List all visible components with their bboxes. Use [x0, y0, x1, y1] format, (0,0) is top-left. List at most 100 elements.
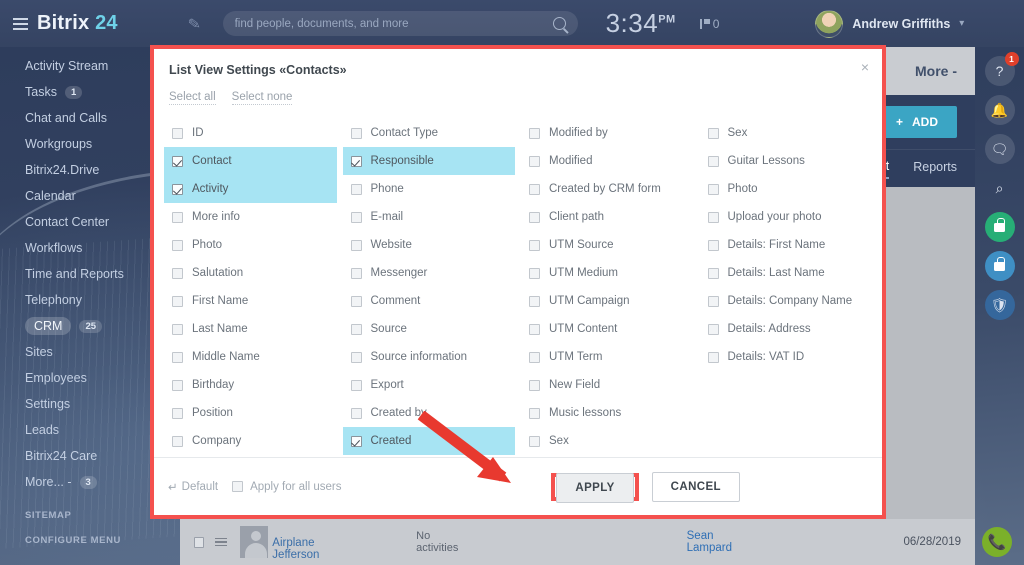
field-option-phone[interactable]: Phone — [343, 175, 516, 203]
bell-icon[interactable]: 🔔 — [984, 95, 1015, 125]
add-button[interactable]: + ADD — [876, 106, 957, 138]
checkbox-icon[interactable] — [529, 127, 540, 139]
cancel-button[interactable]: CANCEL — [651, 471, 740, 502]
checkbox-icon[interactable] — [707, 351, 719, 363]
checkbox-icon[interactable] — [350, 435, 362, 447]
row-contact-name[interactable]: Airplane Jefferson — [272, 537, 354, 565]
checkbox-icon[interactable] — [172, 323, 183, 335]
field-option-sex[interactable]: Sex — [700, 119, 873, 147]
checkbox-icon[interactable] — [707, 155, 719, 167]
shield-icon[interactable]: 🛡 — [984, 290, 1015, 320]
field-option-middle-name[interactable]: Middle Name — [164, 343, 337, 371]
sidebar-footer-link-configure-menu[interactable]: CONFIGURE MENU — [0, 528, 180, 553]
row-menu-icon[interactable] — [214, 537, 227, 547]
field-option-details-first-name[interactable]: Details: First Name — [700, 231, 873, 259]
help-icon[interactable]: ? 1 — [984, 52, 1019, 86]
checkbox-icon[interactable] — [529, 379, 540, 391]
checkbox-icon[interactable] — [707, 239, 719, 251]
field-option-details-company-name[interactable]: Details: Company Name — [700, 287, 873, 315]
tab-reports[interactable]: Reports — [913, 160, 957, 178]
checkbox-icon[interactable] — [707, 211, 719, 223]
checkbox-icon[interactable] — [350, 407, 362, 419]
field-option-utm-content[interactable]: UTM Content — [521, 315, 694, 343]
checkbox-icon[interactable] — [350, 183, 362, 195]
checkbox-icon[interactable] — [707, 127, 719, 139]
checkbox-icon[interactable] — [172, 379, 183, 391]
field-option-photo[interactable]: Photo — [164, 231, 337, 259]
field-option-details-address[interactable]: Details: Address — [700, 315, 873, 343]
checkbox-icon[interactable] — [529, 435, 540, 447]
checkbox-icon[interactable] — [172, 155, 183, 167]
checkbox-icon[interactable] — [529, 183, 540, 195]
checkbox-icon[interactable] — [529, 351, 540, 363]
checkbox-icon[interactable] — [350, 379, 362, 391]
lock-blue-icon[interactable] — [984, 251, 1015, 281]
checkbox-icon[interactable] — [350, 127, 362, 139]
checkbox-icon[interactable] — [172, 407, 183, 419]
field-option-first-name[interactable]: First Name — [164, 287, 337, 315]
checkbox-icon[interactable] — [707, 183, 719, 195]
checkbox-icon[interactable] — [172, 351, 183, 363]
field-option-upload-your-photo[interactable]: Upload your photo — [700, 203, 873, 231]
checkbox-icon[interactable] — [707, 295, 719, 307]
field-option-modified-by[interactable]: Modified by — [521, 119, 694, 147]
checkbox-icon[interactable] — [350, 211, 362, 223]
apply-button[interactable]: APPLY — [556, 472, 634, 503]
select-none-link[interactable]: Select none — [231, 91, 293, 105]
checkbox-icon[interactable] — [172, 127, 183, 139]
user-menu[interactable]: Andrew Griffiths ▾ — [815, 9, 964, 38]
field-option-contact[interactable]: Contact — [164, 147, 337, 175]
checkbox-icon[interactable] — [172, 211, 183, 223]
menu-burger-icon[interactable] — [13, 17, 28, 30]
checkbox-icon[interactable] — [350, 267, 362, 279]
pencil-icon[interactable]: ✎ — [187, 14, 202, 34]
field-option-music-lessons[interactable]: Music lessons — [521, 399, 694, 427]
field-option-details-last-name[interactable]: Details: Last Name — [700, 259, 873, 287]
row-checkbox[interactable] — [194, 536, 204, 548]
checkbox-icon[interactable] — [529, 295, 540, 307]
field-option-salutation[interactable]: Salutation — [164, 259, 337, 287]
field-option-website[interactable]: Website — [343, 231, 516, 259]
field-option-details-vat-id[interactable]: Details: VAT ID — [700, 343, 873, 371]
more-button[interactable]: More - — [915, 63, 957, 79]
select-all-link[interactable]: Select all — [169, 91, 216, 105]
checkbox-icon[interactable] — [350, 239, 362, 251]
checkbox-icon[interactable] — [707, 323, 719, 335]
field-option-birthday[interactable]: Birthday — [164, 371, 337, 399]
field-option-new-field[interactable]: New Field — [521, 371, 694, 399]
checkbox-icon[interactable] — [529, 239, 540, 251]
field-option-last-name[interactable]: Last Name — [164, 315, 337, 343]
field-option-utm-medium[interactable]: UTM Medium — [521, 259, 694, 287]
field-option-more-info[interactable]: More info — [164, 203, 337, 231]
field-option-guitar-lessons[interactable]: Guitar Lessons — [700, 147, 873, 175]
checkbox-icon[interactable] — [172, 295, 183, 307]
field-option-utm-campaign[interactable]: UTM Campaign — [521, 287, 694, 315]
field-option-comment[interactable]: Comment — [343, 287, 516, 315]
field-option-position[interactable]: Position — [164, 399, 337, 427]
field-option-client-path[interactable]: Client path — [521, 203, 694, 231]
field-option-id[interactable]: ID — [164, 119, 337, 147]
search-input[interactable] — [234, 17, 553, 30]
checkbox-icon[interactable] — [172, 239, 183, 251]
checkbox-icon[interactable] — [172, 267, 183, 279]
checkbox-icon[interactable] — [350, 351, 362, 363]
checkbox-icon[interactable] — [529, 155, 540, 167]
checkbox-icon[interactable] — [350, 155, 362, 167]
chat-icon[interactable]: 🗨 — [984, 134, 1015, 164]
field-option-responsible[interactable]: Responsible — [342, 147, 515, 175]
field-option-source[interactable]: Source — [343, 315, 516, 343]
checkbox-icon[interactable] — [529, 407, 540, 419]
checkbox-icon[interactable] — [529, 211, 540, 223]
brand[interactable]: Bitrix 24 — [0, 12, 180, 35]
table-row[interactable]: Airplane Jefferson No activities Sean La… — [180, 519, 975, 565]
field-option-utm-term[interactable]: UTM Term — [521, 343, 694, 371]
field-option-messenger[interactable]: Messenger — [343, 259, 516, 287]
search-icon[interactable]: ⌕ — [985, 173, 1015, 203]
field-option-photo[interactable]: Photo — [700, 175, 873, 203]
apply-for-all-users-checkbox[interactable]: Apply for all users — [232, 481, 341, 493]
checkbox-icon[interactable] — [350, 323, 362, 335]
lock-green-icon[interactable] — [984, 212, 1015, 242]
row-responsible[interactable]: Sean Lampard — [687, 530, 754, 554]
search-box[interactable] — [222, 11, 578, 36]
close-icon[interactable]: × — [861, 60, 869, 74]
